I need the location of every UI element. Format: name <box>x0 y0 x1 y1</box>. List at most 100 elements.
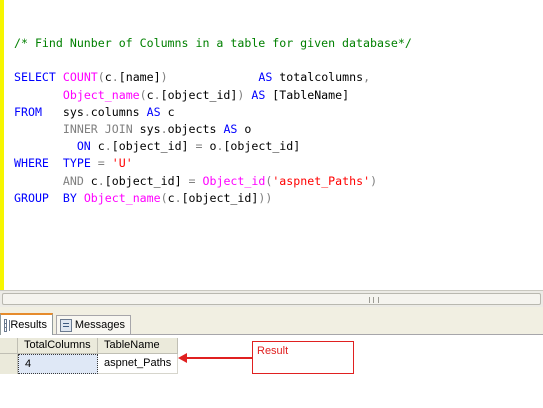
code-token: Object_id <box>202 173 266 188</box>
code-token: totalcolumns <box>272 70 364 85</box>
code-token: /* Find Nunber of Columns in a table for… <box>14 36 412 50</box>
code-token: [object_id] <box>223 139 301 154</box>
sql-code[interactable]: /* Find Nunber of Columns in a table for… <box>14 35 412 207</box>
code-token: . <box>104 139 112 154</box>
row-header[interactable] <box>0 354 18 374</box>
code-token: ( <box>139 87 147 102</box>
code-token: = <box>97 156 105 171</box>
cell-totalcolumns[interactable]: 4 <box>18 354 98 374</box>
code-token: Object_name <box>62 87 140 102</box>
code-line: FROM sys.columns AS c <box>14 104 412 121</box>
code-line: INNER JOIN sys.objects AS o <box>14 121 412 138</box>
code-token: ) <box>160 70 168 85</box>
code-line: /* Find Nunber of Columns in a table for… <box>14 35 412 52</box>
code-token: . <box>83 104 91 119</box>
code-token: WHERE <box>14 156 49 171</box>
results-grid-icon <box>4 318 11 332</box>
code-token: 'aspnet_Paths' <box>272 173 371 188</box>
column-header-totalcolumns[interactable]: TotalColumns <box>18 338 98 354</box>
code-token: o <box>237 121 252 136</box>
code-line: SELECT COUNT(c.[name]) AS totalcolumns, <box>14 69 412 86</box>
code-token: c <box>146 87 154 102</box>
results-tab-bar: Results Messages <box>0 307 543 335</box>
code-token: o <box>202 139 217 154</box>
code-token: [object_id] <box>104 173 189 188</box>
code-token: AS <box>258 70 273 85</box>
code-token: ON <box>76 139 91 154</box>
code-token: 'U' <box>111 156 133 171</box>
horizontal-scrollbar[interactable] <box>0 290 543 307</box>
code-line: GROUP BY Object_name(c.[object_id])) <box>14 190 412 207</box>
result-callout: Result <box>252 341 354 374</box>
code-token: )) <box>258 190 273 205</box>
code-token: c <box>104 70 112 85</box>
scrollbar-thumb[interactable] <box>2 293 541 305</box>
code-token: [object_id] <box>111 139 196 154</box>
code-line: ON c.[object_id] = o.[object_id] <box>14 138 412 155</box>
code-token: objects <box>167 121 224 136</box>
code-token: AND <box>62 173 84 188</box>
code-token: . <box>111 70 119 85</box>
code-token: = <box>195 139 203 154</box>
code-token: ) <box>370 173 378 188</box>
code-token: [object_id] <box>181 190 259 205</box>
code-token: . <box>97 173 105 188</box>
column-header-tablename[interactable]: TableName <box>98 338 178 354</box>
code-token: columns <box>90 104 147 119</box>
query-editor[interactable]: /* Find Nunber of Columns in a table for… <box>0 0 543 290</box>
code-token: SELECT <box>14 70 63 85</box>
code-line: AND c.[object_id] = Object_id('aspnet_Pa… <box>14 173 412 190</box>
code-token: ( <box>160 190 168 205</box>
tab-messages[interactable]: Messages <box>56 315 131 334</box>
code-token: . <box>153 87 161 102</box>
annotation-arrow <box>186 357 252 359</box>
code-token: . <box>160 121 168 136</box>
code-token: COUNT <box>62 70 98 85</box>
code-token: Object_name <box>83 190 161 205</box>
code-token: , <box>363 70 371 85</box>
code-token: c <box>160 104 175 119</box>
code-token: INNER JOIN <box>62 121 133 136</box>
scrollbar-grip-icon <box>369 297 379 303</box>
callout-label: Result <box>257 345 289 357</box>
code-token: . <box>174 190 182 205</box>
code-token: AS <box>223 121 238 136</box>
code-token: TYPE <box>62 156 91 171</box>
tab-results-label: Results <box>10 319 47 331</box>
code-token: AS <box>146 104 161 119</box>
code-token: = <box>188 173 196 188</box>
code-token: [TableName] <box>265 87 350 102</box>
select-all-corner[interactable] <box>0 338 18 354</box>
code-token: sys <box>41 104 84 119</box>
change-tracking-bar <box>0 0 4 290</box>
code-line: WHERE TYPE = 'U' <box>14 155 412 172</box>
code-token: sys <box>132 121 161 136</box>
code-token: AS <box>251 87 266 102</box>
cell-tablename[interactable]: aspnet_Paths <box>98 354 178 374</box>
messages-icon <box>60 318 72 332</box>
code-token: c <box>83 173 98 188</box>
code-token: GROUP <box>14 190 49 205</box>
code-token: ( <box>97 70 105 85</box>
code-line: Object_name(c.[object_id]) AS [TableName… <box>14 87 412 104</box>
code-token: BY <box>62 190 77 205</box>
code-token: [object_id] <box>160 87 238 102</box>
code-token: c <box>90 139 105 154</box>
tab-messages-label: Messages <box>74 319 125 331</box>
tab-results[interactable]: Results <box>0 313 53 335</box>
code-token: FROM <box>14 104 42 119</box>
code-token: c <box>167 190 175 205</box>
code-token: [name] <box>118 70 161 85</box>
